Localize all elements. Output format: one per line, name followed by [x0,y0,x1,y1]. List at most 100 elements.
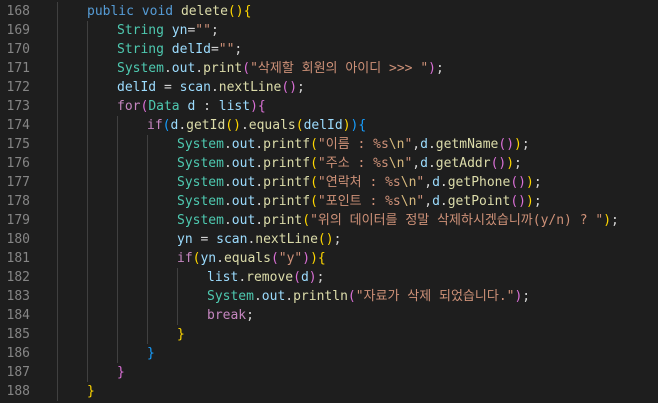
code-token: getPoint [447,194,511,209]
code-line[interactable]: 176 System.out.printf("주소 : %s\n",d.getAd… [0,154,658,173]
code-token: d [432,175,440,190]
code-line[interactable]: 171 System.out.print("삭제할 회원의 아이디 >>> "); [0,59,658,78]
code-token: } [177,327,185,342]
code-token: out [231,137,256,152]
code-token: () [510,194,526,209]
code-line[interactable]: 175 System.out.printf("이름 : %s\n",d.getmN… [0,135,658,154]
code-line[interactable]: 182 list.remove(d); [0,268,658,287]
code-line[interactable]: 179 System.out.print("위의 데이터를 정말 삭제하시겠습니까… [0,211,658,230]
code-token: ) [308,270,317,285]
code-token: System [177,213,224,228]
code-line[interactable]: 178 System.out.printf("포인트 : %s\n",d.getP… [0,192,658,211]
code-token: . [163,61,172,76]
code-token: void [141,4,174,19]
code-token: "삭제할 회원의 아이디 >>> " [250,61,429,76]
code-token: out [231,175,256,190]
code-token: . [427,156,436,171]
code-text: } [117,363,125,382]
line-number: 169 [6,23,30,38]
code-text: yn = scan.nextLine(); [177,230,341,249]
code-line[interactable]: 187} [0,363,658,382]
code-token: d [300,270,309,285]
line-number: 180 [6,232,30,247]
code-token: ; [533,194,542,209]
code-line[interactable]: 181 if(yn.equals("y")){ [0,249,658,268]
code-token: , [424,194,433,209]
code-token: { [243,4,252,19]
code-token: "" [218,42,235,57]
code-token: ) [342,118,351,133]
code-token: () [227,4,244,19]
code-text: } [147,344,155,363]
code-token: break [207,308,247,323]
code-token: . [210,80,219,95]
code-text: if(yn.equals("y")){ [177,249,326,268]
code-token: { [257,99,266,114]
code-token: "" [195,23,211,38]
code-text: System.out.printf("연락처 : %s\n",d.getPhon… [177,173,542,192]
line-number: 181 [6,251,30,266]
code-token: public [87,4,134,19]
code-text: list.remove(d); [207,268,324,287]
code-token: ( [310,175,318,190]
code-editor[interactable]: 168 public void delete(){169 String yn="";… [0,0,658,403]
code-token: delId [171,42,211,57]
code-token: String [117,42,164,57]
code-token: yn [200,251,217,266]
code-token: System [177,137,224,152]
code-token: delId [117,80,157,95]
code-line[interactable]: 184 break; [0,306,658,325]
line-number: 174 [6,118,30,133]
code-token: ( [270,251,279,266]
code-token: () [281,80,298,95]
code-token: String [117,23,164,38]
code-line[interactable]: 173 for(Data d : list){ [0,97,658,116]
code-token: ) [526,194,534,209]
code-text: System.out.printf("이름 : %s\n",d.getmName… [177,135,530,154]
line-number: 188 [6,384,30,399]
line-number: 170 [6,42,30,57]
code-token: \n [400,175,417,190]
code-token: nextLine [255,232,318,247]
line-number: 178 [6,194,30,209]
code-line[interactable]: 174 if(d.getId().equals(delId)){ [0,116,658,135]
code-line[interactable]: 177 System.out.printf("연락처 : %s\n",d.getP… [0,173,658,192]
code-token: print [263,213,303,228]
code-token: . [178,118,187,133]
code-token: out [231,156,256,171]
code-line[interactable]: 183 System.out.println("자료가 삭제 되었습니다."); [0,287,658,306]
code-token: } [147,346,155,361]
code-token: ( [347,289,356,304]
code-text: System.out.printf("주소 : %s\n",d.getAddr(… [177,154,522,173]
code-token: list [207,270,239,285]
code-token: ; [522,289,531,304]
code-token: } [87,384,95,399]
line-number: 179 [6,213,30,228]
code-token: ) [250,99,258,114]
code-text: } [87,382,95,401]
code-token: . [285,289,294,304]
code-line[interactable]: 170 String delId=""; [0,40,658,59]
code-line[interactable]: 180 yn = scan.nextLine(); [0,230,658,249]
code-token: printf [263,175,311,190]
code-token: . [223,213,232,228]
code-line[interactable]: 185} [0,325,658,344]
line-number: 171 [6,61,30,76]
code-token: , [424,175,433,190]
code-token: scan [179,80,211,95]
code-token: printf [263,156,311,171]
code-token: , [412,137,421,152]
code-token: ( [302,213,311,228]
code-token: . [223,137,232,152]
code-token: \n [400,194,417,209]
code-token: ( [295,118,304,133]
code-line[interactable]: 168 public void delete(){ [0,2,658,21]
code-text: delId = scan.nextLine(); [117,78,305,97]
code-line[interactable]: 186} [0,344,658,363]
line-number: 182 [6,270,30,285]
code-token: "포인트 : %s [317,194,401,209]
code-line[interactable]: 188} [0,382,658,401]
code-line[interactable]: 172 delId = scan.nextLine(); [0,78,658,97]
code-line[interactable]: 169 String yn=""; [0,21,658,40]
